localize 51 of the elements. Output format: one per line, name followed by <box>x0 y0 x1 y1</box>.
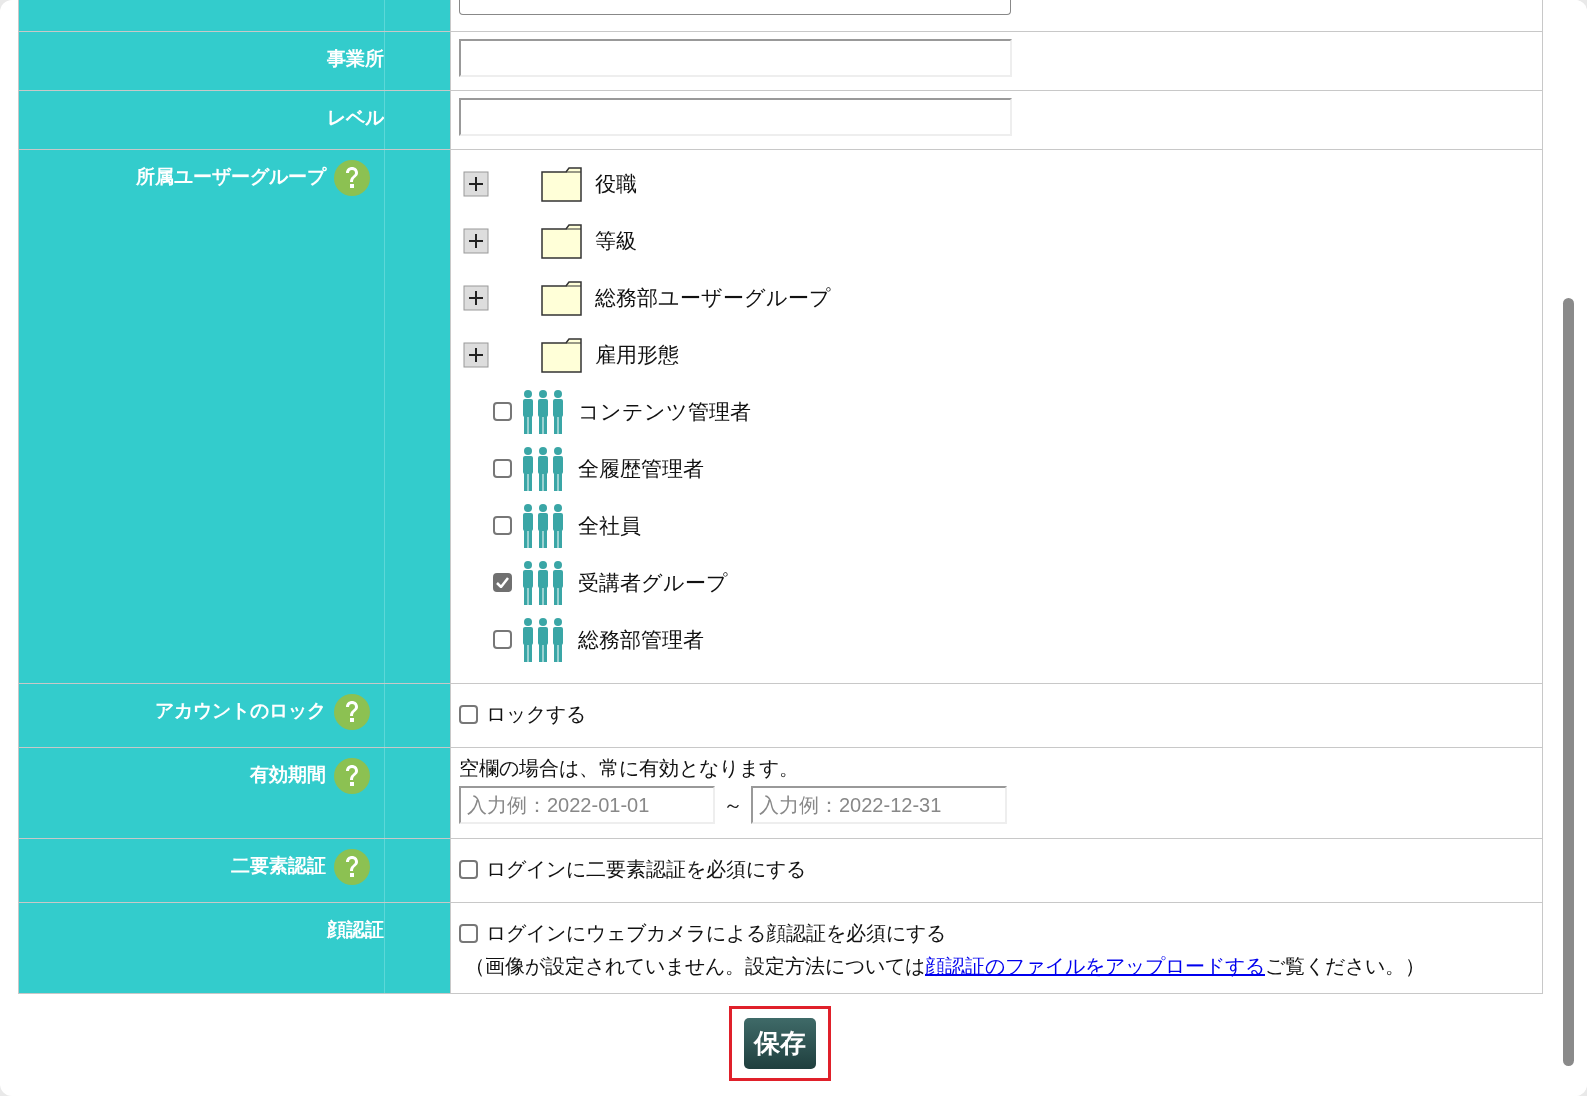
start-date-field[interactable]: 入力例：2022-01-01 <box>459 786 715 824</box>
checkbox[interactable] <box>459 860 478 879</box>
save-button[interactable]: 保存 <box>743 1018 816 1069</box>
text-area[interactable] <box>459 0 1011 15</box>
checkbox[interactable] <box>493 516 512 535</box>
user-group-icon <box>520 616 566 663</box>
text-field[interactable] <box>459 39 1012 77</box>
field-label: 有効期間 <box>250 762 326 787</box>
folder-name[interactable]: 等級 <box>595 226 637 255</box>
range-separator: ～ <box>723 791 743 819</box>
user-group-icon <box>520 388 566 435</box>
group-name: 全履歴管理者 <box>578 455 704 483</box>
folder-name[interactable]: 総務部ユーザーグループ <box>595 283 831 312</box>
folder-icon <box>541 222 583 259</box>
field-label: アカウントのロック <box>155 698 326 723</box>
checkbox[interactable] <box>493 402 512 421</box>
note-text: （画像が設定されていません。設定方法については顔認証のファイルをアップロードするご覧ください。） <box>465 954 1425 978</box>
checkbox-label: ログインにウェブカメラによる顔認証を必須にする <box>486 920 946 947</box>
group-name: コンテンツ管理者 <box>578 398 751 426</box>
field-label: 顔認証 <box>327 917 384 942</box>
folder-icon <box>541 165 583 202</box>
scrollbar-thumb[interactable] <box>1563 298 1574 1066</box>
folder-name[interactable]: 雇用形態 <box>595 340 679 369</box>
expand-icon[interactable] <box>463 170 489 197</box>
group-name: 受講者グループ <box>578 569 728 597</box>
folder-icon <box>541 336 583 373</box>
checkbox[interactable] <box>493 459 512 478</box>
group-name: 総務部管理者 <box>578 626 704 654</box>
checkbox[interactable] <box>459 705 478 724</box>
checkbox-label: ログインに二要素認証を必須にする <box>486 856 806 883</box>
field-label: レベル <box>327 105 384 130</box>
user-group-icon <box>520 502 566 549</box>
folder-icon <box>541 279 583 316</box>
field-label: 事業所 <box>327 46 384 71</box>
group-name: 全社員 <box>578 512 641 540</box>
text-field[interactable] <box>459 98 1012 136</box>
field-label: 二要素認証 <box>231 853 326 878</box>
checkbox[interactable] <box>493 573 512 592</box>
folder-name[interactable]: 役職 <box>595 169 637 198</box>
expand-icon[interactable] <box>463 341 489 368</box>
field-label: 所属ユーザーグループ <box>136 164 326 189</box>
expand-icon[interactable] <box>463 284 489 311</box>
end-date-field[interactable]: 入力例：2022-12-31 <box>751 786 1007 824</box>
hint-text: 空欄の場合は、常に有効となります。 <box>459 756 799 780</box>
checkbox[interactable] <box>493 630 512 649</box>
checkbox-label: ロックする <box>486 701 586 728</box>
upload-link[interactable]: 顔認証のファイルをアップロードする <box>925 954 1265 978</box>
user-group-icon <box>520 559 566 606</box>
checkbox[interactable] <box>459 924 478 943</box>
expand-icon[interactable] <box>463 227 489 254</box>
user-group-icon <box>520 445 566 492</box>
